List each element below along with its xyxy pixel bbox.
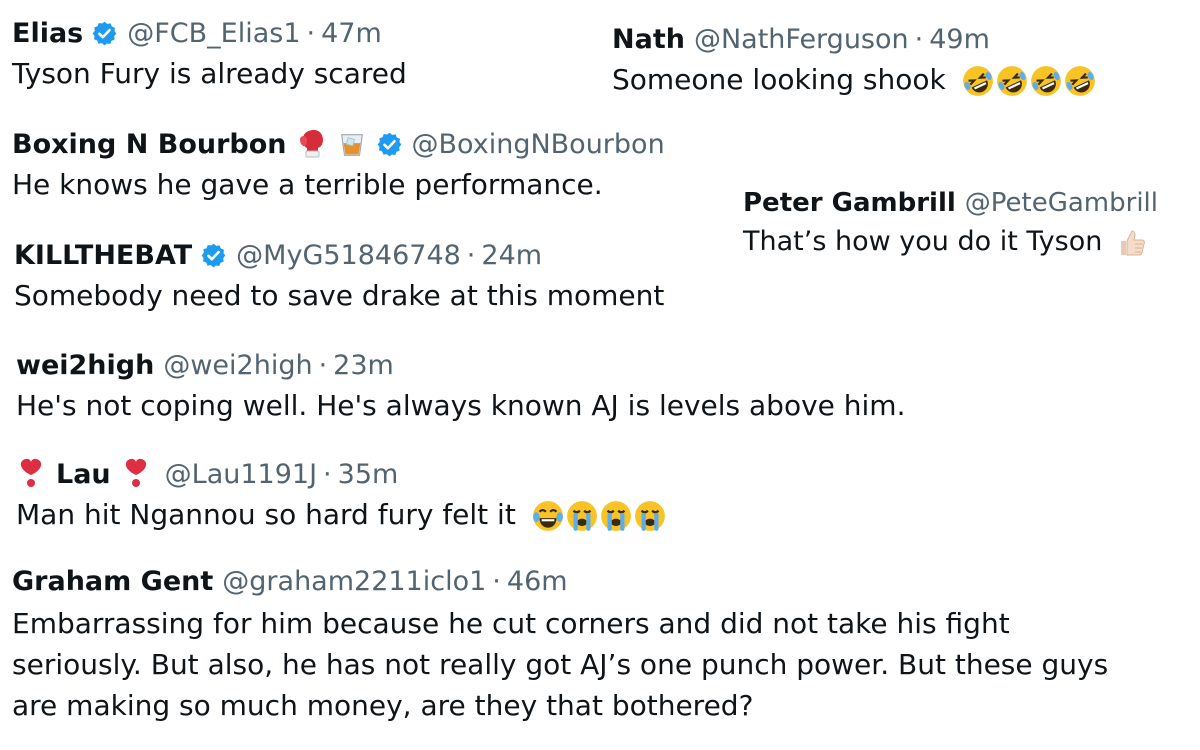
timestamp[interactable]: 35m [338,459,399,490]
tweet-text: He knows he gave a terrible performance. [12,168,603,201]
tweet-graham-gent: Graham Gent @graham2211iclo1 · 46m Embar… [12,566,1112,726]
user-handle[interactable]: @BoxingNBourbon [412,129,665,160]
tweet-killthebat: KILLTHEBAT @MyG51846748 · 24m Somebody n… [14,240,664,312]
display-name[interactable]: Lau [56,459,111,490]
tweet-header: Elias @FCB_Elias1 · 47m [12,18,407,49]
display-name[interactable]: Boxing N Bourbon [12,129,287,160]
timestamp[interactable]: 49m [929,24,990,55]
verified-badge-icon [377,132,401,156]
tweet-header: Nath @NathFerguson · 49m [612,24,1097,55]
tweet-body: Man hit Ngannou so hard fury felt it [16,498,667,533]
rolling-on-floor-laughing-icon [1064,66,1095,96]
tweet-nath: Nath @NathFerguson · 49m Someone looking… [612,24,1097,98]
user-handle[interactable]: @graham2211iclo1 [222,566,486,597]
loudly-crying-face-icon [566,501,597,531]
separator-dot: · [323,458,332,490]
display-name[interactable]: wei2high [16,350,154,381]
loudly-crying-face-icon [634,501,665,531]
separator-dot: · [318,350,328,381]
user-handle[interactable]: @FCB_Elias1 [127,18,300,49]
tweet-text: He's not coping well. He's always known … [16,389,906,422]
tweet-elias: Elias @FCB_Elias1 · 47m Tyson Fury is al… [12,18,407,90]
rolling-on-floor-laughing-icon [996,66,1027,96]
display-name[interactable]: Graham Gent [12,566,213,597]
tweet-peter-gambrill: Peter Gambrill @PeteGambrill That’s how … [743,188,1158,259]
tweet-header: Peter Gambrill @PeteGambrill [743,188,1158,218]
tweet-wei2high: wei2high @wei2high · 23m He's not coping… [16,350,905,422]
tweet-header: KILLTHEBAT @MyG51846748 · 24m [14,240,664,271]
boxing-glove-icon [299,130,323,158]
separator-dot: · [492,566,501,597]
tumbler-glass-icon [340,134,363,156]
emoji-group [961,63,1097,96]
timestamp[interactable]: 23m [333,350,394,381]
user-handle[interactable]: @NathFerguson [694,24,909,55]
separator-dot: · [306,18,316,49]
separator-dot: · [466,240,476,271]
emoji-group [531,498,667,531]
tweet-lau: Lau @Lau1191J · 35m Man hit Ngannou so h… [16,458,667,533]
timestamp[interactable]: 47m [321,18,382,49]
heavy-exclamation-mark-icon [125,458,146,487]
tweet-text: Man hit Ngannou so hard fury felt it [16,498,516,531]
user-handle[interactable]: @Lau1191J [165,459,317,490]
face-with-tears-of-joy-icon [532,501,563,531]
loudly-crying-face-icon [600,501,631,531]
display-name[interactable]: KILLTHEBAT [14,240,192,271]
rolling-on-floor-laughing-icon [962,66,993,96]
user-handle[interactable]: @MyG51846748 [236,240,461,271]
verified-badge-icon [92,21,117,46]
user-handle[interactable]: @PeteGambrill [965,188,1158,218]
display-name[interactable]: Elias [12,18,83,49]
tweet-boxing-n-bourbon: Boxing N Bourbon @BoxingNBourbon He know… [12,128,665,202]
tweet-header: Graham Gent @graham2211iclo1 · 46m [12,566,1112,597]
timestamp[interactable]: 46m [507,566,568,597]
verified-badge-icon [201,243,226,268]
tweet-body: That’s how you do it Tyson [743,226,1158,259]
tweet-header: wei2high @wei2high · 23m [16,350,905,381]
tweet-text: That’s how you do it Tyson [743,226,1103,257]
tweet-text: Somebody need to save drake at this mome… [14,279,665,312]
tweet-body: Someone looking shook [612,63,1097,98]
display-name[interactable]: Peter Gambrill [743,188,956,218]
display-name[interactable]: Nath [612,24,685,55]
rolling-on-floor-laughing-icon [1030,66,1061,96]
timestamp[interactable]: 24m [481,240,542,271]
tweet-header: Boxing N Bourbon @BoxingNBourbon [12,128,665,160]
thumbs-up-icon [1120,229,1145,255]
separator-dot: · [914,24,924,55]
tweet-text: Embarrassing for him because he cut corn… [12,607,1109,722]
user-handle[interactable]: @wei2high [163,350,312,381]
tweet-text: Someone looking shook [612,63,946,96]
heavy-exclamation-mark-icon [20,458,42,487]
tweet-text: Tyson Fury is already scared [12,57,407,90]
tweet-header: Lau @Lau1191J · 35m [16,458,667,490]
